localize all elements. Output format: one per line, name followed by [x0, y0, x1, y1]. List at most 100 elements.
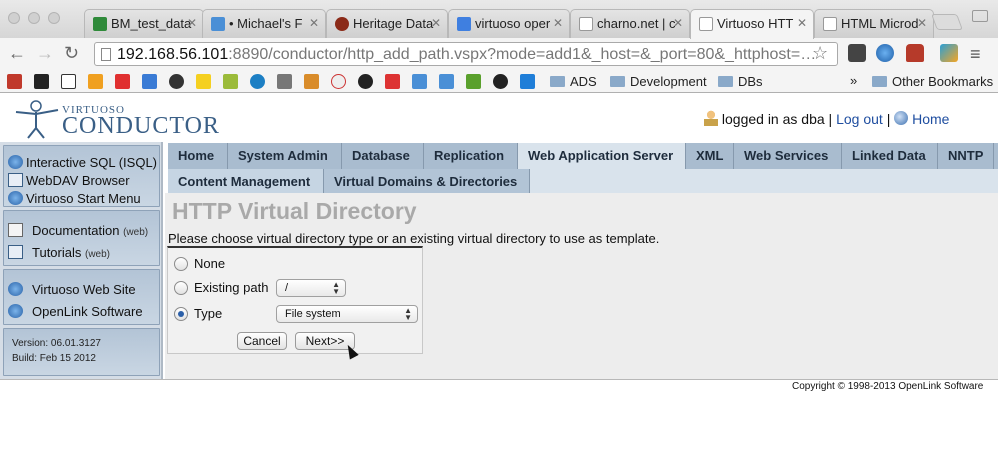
bookmark-folder-dbs[interactable]: DBs [718, 74, 763, 89]
tab-replication[interactable]: Replication [424, 143, 518, 169]
forward-arrow-icon[interactable]: → [36, 44, 54, 62]
bookmarks-overflow-button[interactable]: » [850, 73, 857, 88]
home-link[interactable]: Home [912, 111, 949, 127]
menu-icon[interactable]: ≡ [970, 44, 981, 65]
user-icon [704, 110, 718, 126]
bookmark-icon[interactable] [196, 74, 211, 89]
close-tab-icon[interactable]: ✕ [309, 16, 319, 30]
bookmark-star-icon[interactable]: ☆ [812, 43, 828, 64]
evernote-icon[interactable] [848, 44, 866, 62]
browser-tab[interactable]: BM_test_data ✕ [84, 9, 204, 38]
bookmark-icon[interactable] [61, 74, 76, 89]
sidebar-item-isql[interactable]: Interactive SQL (ISQL) [8, 155, 157, 170]
radio-none[interactable] [174, 257, 188, 271]
vitruvian-figure-icon [15, 100, 59, 139]
zoom-window-button[interactable] [48, 12, 60, 24]
version-text: Version: 06.01.3127 [12, 338, 101, 349]
tab-web-services[interactable]: Web Services [734, 143, 842, 169]
existing-path-select[interactable]: / ▲ ▼ [276, 279, 346, 297]
heritage-icon [335, 17, 349, 31]
fullscreen-icon[interactable] [972, 10, 988, 22]
close-tab-icon[interactable]: ✕ [797, 16, 807, 30]
radio-type-label: Type [194, 306, 223, 321]
browser-tab[interactable]: charno.net | c ✕ [570, 9, 690, 38]
tab-xml[interactable]: XML [686, 143, 734, 169]
bookmark-icon[interactable] [115, 74, 130, 89]
sidebar-item-label: Virtuoso Start Menu [26, 191, 141, 206]
bookmark-icon[interactable] [223, 74, 238, 89]
type-select[interactable]: File system ▲ ▼ [276, 305, 418, 323]
close-tab-icon[interactable]: ✕ [431, 16, 441, 30]
radio-existing-path[interactable] [174, 281, 188, 295]
tab-linked-data[interactable]: Linked Data [842, 143, 938, 169]
sidebar-item-virtuoso-site[interactable]: Virtuoso Web Site [8, 282, 136, 297]
bookmark-icon[interactable] [466, 74, 481, 89]
tab-nntp[interactable]: NNTP [938, 143, 994, 169]
logout-link[interactable]: Log out [836, 111, 883, 127]
bookmark-folder-ads[interactable]: ADS [550, 74, 597, 89]
sofa-icon[interactable] [906, 44, 924, 62]
bookmark-icon[interactable] [250, 74, 265, 89]
close-tab-icon[interactable]: ✕ [553, 16, 563, 30]
browser-tab[interactable]: Heritage Data ✕ [326, 9, 448, 38]
tab-title: Heritage Data [353, 16, 434, 31]
footer-divider [0, 379, 998, 380]
sidebar-item-openlink[interactable]: OpenLink Software [8, 304, 143, 319]
close-tab-icon[interactable]: ✕ [673, 16, 683, 30]
globe-icon [8, 282, 23, 296]
subtab-content-management[interactable]: Content Management [168, 169, 324, 193]
bookmark-icon[interactable] [385, 74, 400, 89]
sidebar-item-tutorials[interactable]: Tutorials (web) [8, 245, 110, 260]
bookmark-icon[interactable] [7, 74, 22, 89]
address-bar[interactable]: 192.168.56.101:8890/conductor/http_add_p… [94, 42, 838, 66]
sidebar-item-webdav[interactable]: WebDAV Browser [8, 173, 130, 188]
back-arrow-icon[interactable]: ← [8, 44, 26, 62]
close-tab-icon[interactable]: ✕ [187, 16, 197, 30]
browser-tab[interactable]: • Michael's F ✕ [202, 9, 326, 38]
bookmark-icon[interactable] [88, 74, 103, 89]
bookmark-icon[interactable] [34, 74, 49, 89]
tab-home[interactable]: Home [168, 143, 228, 169]
ai-icon [211, 17, 225, 31]
minimize-window-button[interactable] [28, 12, 40, 24]
bookmark-icon[interactable] [169, 74, 184, 89]
radio-type[interactable] [174, 307, 188, 321]
globe-icon[interactable] [876, 44, 894, 62]
puzzle-icon[interactable] [940, 44, 958, 62]
new-tab-button[interactable] [931, 14, 963, 30]
bookmark-icon[interactable] [412, 74, 427, 89]
tab-system-admin[interactable]: System Admin [228, 143, 342, 169]
conductor-logo[interactable]: VIRTUOSO CONDUCTOR [14, 98, 219, 142]
document-icon [8, 223, 23, 237]
bookmark-icon[interactable] [439, 74, 454, 89]
close-window-button[interactable] [8, 12, 20, 24]
close-tab-icon[interactable]: ✕ [917, 16, 927, 30]
bookmark-icon[interactable] [331, 74, 346, 89]
tab-web-application-server[interactable]: Web Application Server [518, 143, 686, 169]
tab-database[interactable]: Database [342, 143, 424, 169]
bookmark-icon[interactable] [142, 74, 157, 89]
page-icon [101, 48, 111, 61]
bookmark-folder-development[interactable]: Development [610, 74, 707, 89]
user-bar: logged in as dba | Log out | Home [704, 110, 949, 127]
github-icon[interactable] [493, 74, 508, 89]
reload-icon[interactable]: ↻ [64, 44, 79, 62]
sidebar-item-start-menu[interactable]: Virtuoso Start Menu [8, 191, 141, 206]
cancel-button[interactable]: Cancel [237, 332, 287, 350]
sidebar: Interactive SQL (ISQL) WebDAV Browser Vi… [0, 142, 163, 380]
subtab-virtual-domains[interactable]: Virtual Domains & Directories [324, 169, 530, 193]
sidebar-item-label: OpenLink Software [32, 304, 143, 319]
separator: | [886, 111, 891, 127]
type-value: File system [285, 308, 341, 320]
bookmark-icon[interactable] [304, 74, 319, 89]
browser-tab[interactable]: HTML Microd ✕ [814, 9, 934, 38]
browser-tab-active[interactable]: Virtuoso HTT ✕ [690, 9, 814, 39]
bookmark-icon[interactable] [358, 74, 373, 89]
sidebar-item-documentation[interactable]: Documentation (web) [8, 223, 148, 238]
separator: | [828, 111, 833, 127]
page-title: HTTP Virtual Directory [172, 198, 417, 224]
bookmark-icon[interactable] [277, 74, 292, 89]
dropbox-icon[interactable] [520, 74, 535, 89]
browser-tab[interactable]: virtuoso oper ✕ [448, 9, 570, 38]
bookmark-folder-other[interactable]: Other Bookmarks [872, 74, 993, 89]
